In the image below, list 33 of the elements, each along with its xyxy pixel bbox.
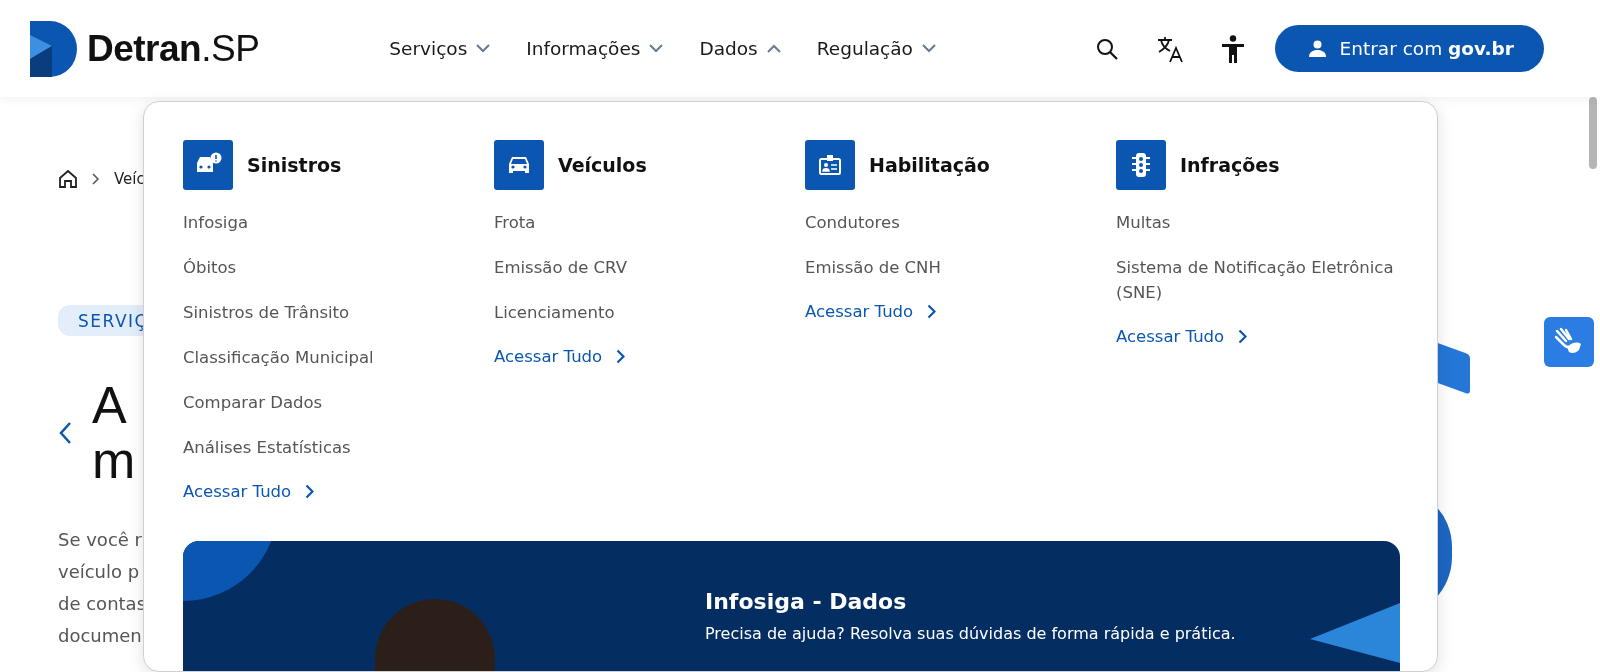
- menu-link[interactable]: Frota: [494, 200, 779, 245]
- banner-text: Precisa de ajuda? Resolva suas dúvidas de forma rápida e prática.: [705, 624, 1236, 643]
- menu-section-title: Veículos: [558, 154, 647, 176]
- menu-link[interactable]: Condutores: [805, 200, 1090, 245]
- menu-link[interactable]: Emissão de CNH: [805, 245, 1090, 290]
- view-all-link[interactable]: Acessar Tudo: [1116, 315, 1248, 346]
- logo-link[interactable]: Detran.SP: [30, 20, 260, 77]
- menu-link[interactable]: Classificação Municipal: [183, 335, 468, 380]
- menu-link[interactable]: Licenciamento: [494, 290, 779, 335]
- menu-section-title: Habilitação: [869, 154, 990, 176]
- menu-link[interactable]: Análises Estatísticas: [183, 425, 468, 470]
- logo-text: Detran.SP: [87, 27, 260, 70]
- banner-title: Infosiga - Dados: [705, 589, 908, 614]
- nav-menu-item[interactable]: Informações: [508, 28, 682, 69]
- menu-link[interactable]: Sistema de Notificação Eletrônica (SNE): [1116, 245, 1401, 315]
- menu-link[interactable]: Emissão de CRV: [494, 245, 779, 290]
- menu-link[interactable]: Comparar Dados: [183, 380, 468, 425]
- promo-banner[interactable]: Infosiga - Dados Precisa de ajuda? Resolva suas dúvidas de forma rápida e prática.: [183, 541, 1400, 671]
- nav-menu-item[interactable]: Serviços: [371, 28, 509, 69]
- menu-section-title: Infrações: [1180, 154, 1280, 176]
- nav-menu-item[interactable]: Dados: [681, 28, 799, 69]
- menu-link[interactable]: Óbitos: [183, 245, 468, 290]
- breadcrumb-link[interactable]: Veíc: [114, 170, 145, 188]
- page-heading: A m: [92, 378, 136, 488]
- menu-link[interactable]: Multas: [1116, 200, 1401, 245]
- menu-link[interactable]: Sinistros de Trânsito: [183, 290, 468, 335]
- view-all-link[interactable]: Acessar Tudo: [183, 470, 315, 501]
- view-all-link[interactable]: Acessar Tudo: [494, 335, 626, 366]
- menu-section-title: Sinistros: [247, 154, 342, 176]
- menu-link[interactable]: Infosiga: [183, 200, 468, 245]
- view-all-link[interactable]: Acessar Tudo: [805, 290, 937, 321]
- login-button[interactable]: Entrar com gov.br: [1274, 25, 1544, 72]
- nav-menu-item[interactable]: Regulação: [798, 28, 954, 69]
